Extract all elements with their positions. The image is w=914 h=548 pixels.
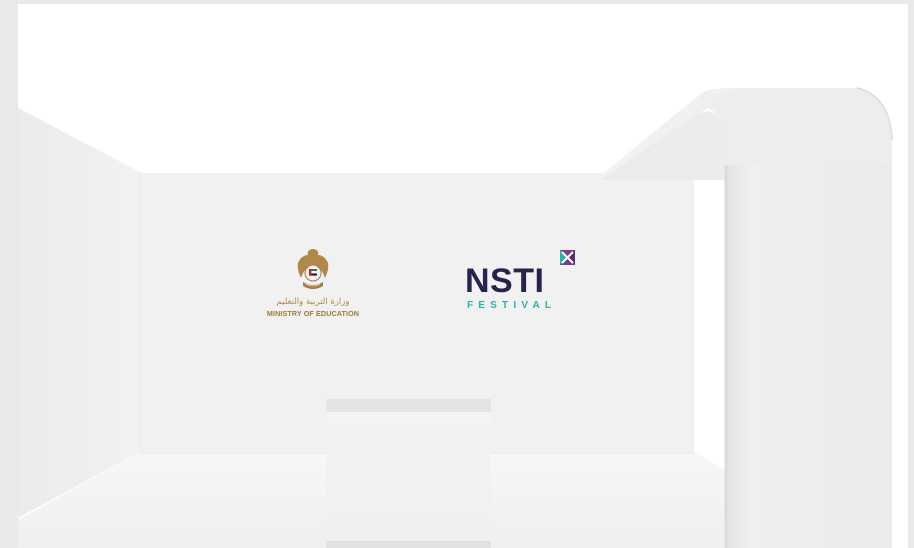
nsti-wordmark: NSTI: [465, 262, 545, 300]
booth-left-wall: [18, 108, 140, 518]
booth-counter-body: [326, 412, 491, 548]
uae-falcon-emblem-icon: [297, 249, 329, 289]
x-square-icon: [560, 250, 575, 265]
exhibition-booth-illustration: [18, 87, 893, 548]
ministry-arabic-name: وزارة التربية والتعليم: [276, 297, 350, 307]
festival-subtitle: FESTIVAL: [467, 300, 557, 311]
booth-counter-top: [326, 399, 491, 412]
ministry-of-education-logo: وزارة التربية والتعليم MINISTRY OF EDUCA…: [262, 248, 364, 324]
nsti-festival-logo: NSTI FESTIVAL: [464, 249, 580, 315]
booth-pillar: [726, 165, 892, 548]
ministry-english-name: MINISTRY OF EDUCATION: [266, 309, 360, 318]
